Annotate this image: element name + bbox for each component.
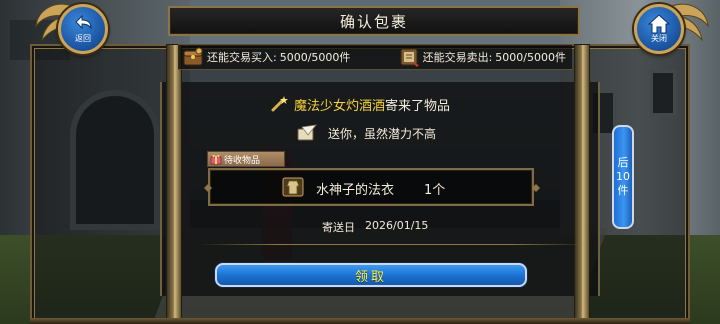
parcel-item[interactable]: 水神子的法衣 1个 (204, 168, 540, 206)
trade-buy-info: 还能交易买入: 5000/5000件 (182, 46, 350, 68)
bottom-frame-trim (30, 318, 690, 324)
home-icon (648, 14, 670, 34)
divider (200, 244, 588, 245)
send-date-row: 寄送日 2026/01/15 (322, 219, 428, 235)
trade-buy-value: 5000/5000件 (279, 51, 351, 64)
buy-chest-icon (183, 47, 203, 66)
sender-name: 魔法少女灼酒酒 (294, 98, 386, 114)
trade-sell-value: 5000/5000件 (495, 51, 566, 64)
right-pillar-decoration (574, 44, 590, 324)
item-quantity: 1个 (424, 183, 446, 198)
next-label-mid: 10 (616, 170, 630, 183)
left-pillar-decoration (166, 44, 182, 324)
wand-icon (271, 96, 288, 112)
pending-items-label: 待收物品 (224, 155, 261, 166)
gift-icon (210, 154, 222, 165)
trade-limit-row: 还能交易买入: 5000/5000件 还能交易卖出: 5000/5000件 (178, 44, 572, 70)
item-name: 水神子的法衣 (316, 183, 395, 198)
sell-scroll-icon (400, 48, 419, 67)
item-frame-left-ornament (204, 184, 212, 192)
dialog-title: 确认包裹 (168, 6, 580, 36)
back-button[interactable]: 返回 (58, 4, 108, 54)
back-button-label: 返回 (75, 34, 91, 43)
parcel-message: 送你，虽然潜力不高 (328, 126, 437, 141)
trade-buy-label: 还能交易买入: (207, 51, 277, 64)
next-label-top: 后 (617, 156, 629, 169)
trade-sell-label: 还能交易卖出: (422, 51, 493, 64)
claim-button[interactable]: 领取 (215, 263, 527, 287)
close-button[interactable]: 关闭 (634, 4, 684, 54)
quill-note-icon (297, 124, 317, 141)
send-date-value: 2026/01/15 (365, 219, 429, 232)
next-10-button[interactable]: 后 10 件 (612, 125, 634, 229)
send-date-label: 寄送日 (322, 221, 355, 234)
close-button-label: 关闭 (651, 34, 667, 43)
sender-suffix: 寄来了物品 (385, 98, 451, 114)
sender-line: 魔法少女灼酒酒 寄来了物品 (270, 94, 450, 114)
robe-item-icon (282, 177, 304, 197)
item-frame-right-ornament (532, 184, 540, 192)
message-line: 送你，虽然潜力不高 (296, 123, 436, 143)
back-arrow-icon (75, 14, 92, 30)
next-label-bottom: 件 (617, 184, 629, 197)
trade-sell-info: 还能交易卖出: 5000/5000件 (398, 46, 566, 68)
pending-items-tag: 待收物品 (207, 151, 285, 167)
